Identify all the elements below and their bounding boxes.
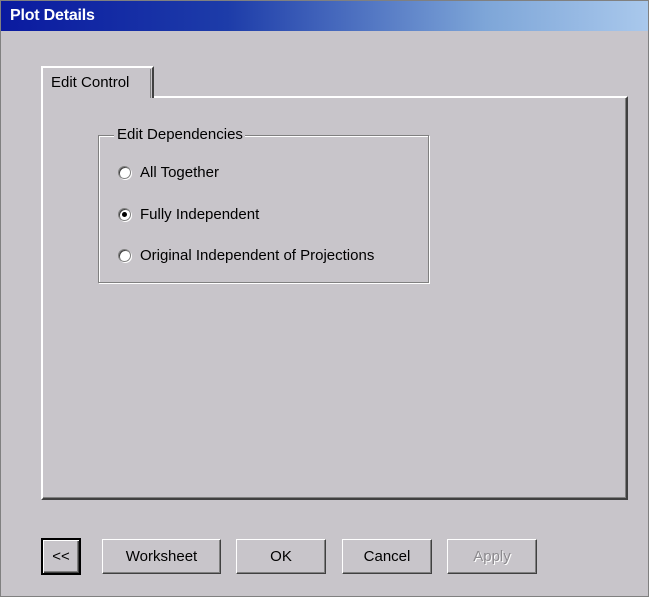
radio-button[interactable] <box>118 165 131 179</box>
group-title: Edit Dependencies <box>114 126 245 144</box>
radio-fully-independent[interactable]: Fully Independent <box>118 205 259 223</box>
radio-original-independent[interactable]: Original Independent of Projections <box>118 246 374 264</box>
tab-edit-control[interactable]: Edit Control <box>41 66 154 98</box>
radio-label: Fully Independent <box>140 205 260 223</box>
cancel-button[interactable]: Cancel <box>342 539 432 574</box>
worksheet-button[interactable]: Worksheet <box>102 539 221 574</box>
dialog-title: Plot Details <box>10 7 95 24</box>
tab-label: Edit Control <box>51 74 130 91</box>
radio-button[interactable] <box>118 248 131 262</box>
apply-button: Apply <box>447 539 537 574</box>
radio-label: All Together <box>140 163 219 181</box>
radio-all-together[interactable]: All Together <box>118 163 219 181</box>
title-bar[interactable]: Plot Details <box>1 1 648 31</box>
collapse-button[interactable]: << <box>41 538 81 575</box>
plot-details-dialog: Plot Details Edit Control Edit Dependenc… <box>0 0 649 597</box>
radio-button-checked[interactable] <box>118 207 131 221</box>
radio-label: Original Independent of Projections <box>140 246 375 264</box>
ok-button[interactable]: OK <box>236 539 326 574</box>
